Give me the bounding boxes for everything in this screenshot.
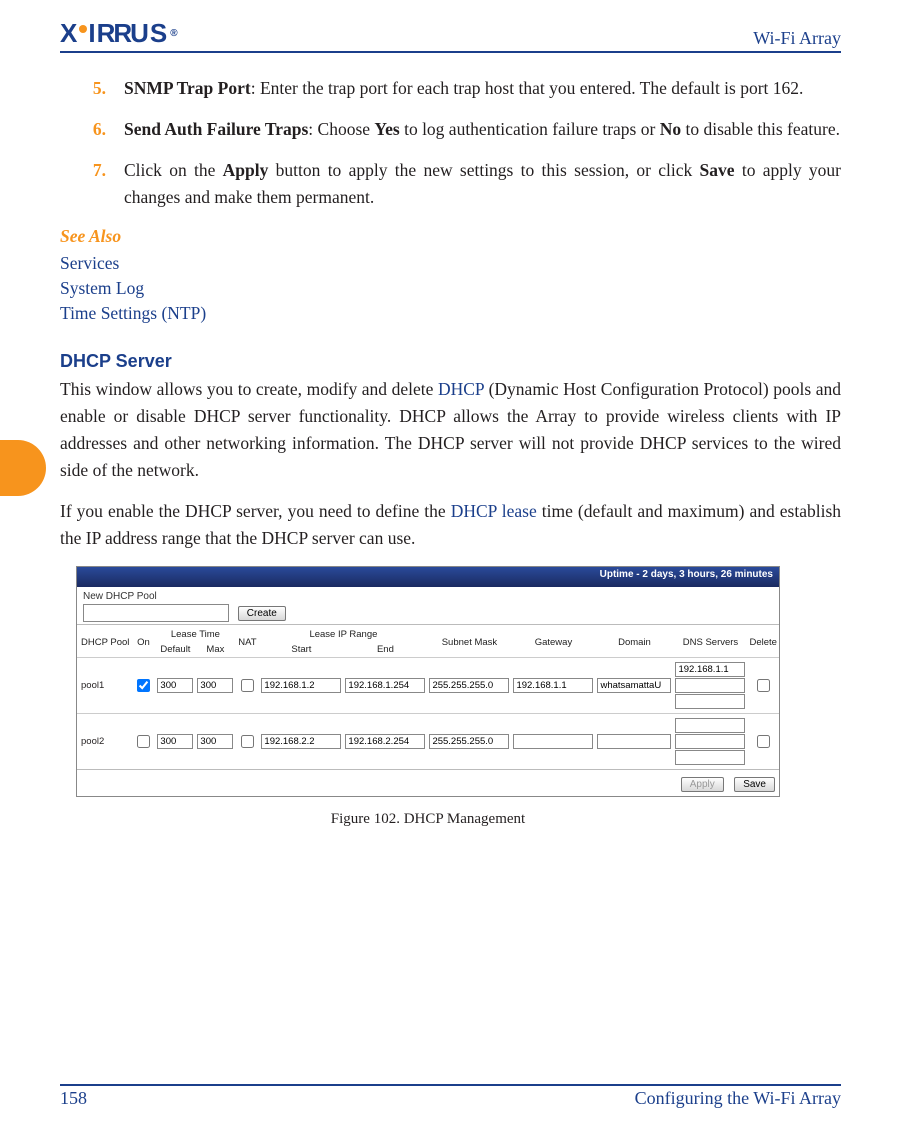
step-7: 7. Click on the Apply button to apply th… — [60, 157, 841, 211]
step-text: Send Auth Failure Traps: Choose Yes to l… — [124, 116, 841, 143]
step-number: 6. — [60, 116, 124, 143]
col-pool: DHCP Pool — [77, 625, 131, 658]
pool-name: pool2 — [77, 714, 131, 770]
step-number: 5. — [60, 75, 124, 102]
gateway-input[interactable] — [513, 678, 593, 693]
max-input[interactable] — [197, 678, 233, 693]
step-number: 7. — [60, 157, 124, 211]
default-input[interactable] — [157, 678, 193, 693]
nat-checkbox[interactable] — [241, 679, 254, 692]
col-gw: Gateway — [511, 625, 595, 658]
max-input[interactable] — [197, 734, 233, 749]
see-also-links: Services System Log Time Settings (NTP) — [60, 251, 841, 327]
step-5: 5. SNMP Trap Port: Enter the trap port f… — [60, 75, 841, 102]
col-domain: Domain — [595, 625, 673, 658]
col-end: End — [343, 642, 427, 658]
col-on: On — [131, 625, 155, 658]
link-dhcp-lease[interactable]: DHCP lease — [451, 501, 537, 521]
col-nat: NAT — [235, 625, 259, 658]
dns2-input[interactable] — [675, 678, 745, 693]
col-default: Default — [155, 642, 195, 658]
end-input[interactable] — [345, 678, 425, 693]
delete-checkbox[interactable] — [757, 735, 770, 748]
table-row: pool1 — [77, 658, 779, 714]
col-max: Max — [195, 642, 235, 658]
col-delete: Delete — [747, 625, 779, 658]
dhcp-paragraph-1: This window allows you to create, modify… — [60, 376, 841, 485]
start-input[interactable] — [261, 734, 341, 749]
delete-checkbox[interactable] — [757, 679, 770, 692]
on-checkbox[interactable] — [137, 679, 150, 692]
start-input[interactable] — [261, 678, 341, 693]
dns1-input[interactable] — [675, 662, 745, 677]
save-button[interactable]: Save — [734, 777, 775, 792]
pool-name: pool1 — [77, 658, 131, 714]
dns2-input[interactable] — [675, 734, 745, 749]
on-checkbox[interactable] — [137, 735, 150, 748]
dhcp-heading: DHCP Server — [60, 351, 841, 372]
default-input[interactable] — [157, 734, 193, 749]
col-group-lease: Lease Time — [155, 625, 235, 643]
link-services[interactable]: Services — [60, 251, 841, 276]
col-start: Start — [259, 642, 343, 658]
dhcp-table: DHCP Pool On Lease Time NAT Lease IP Ran… — [77, 624, 779, 769]
gateway-input[interactable] — [513, 734, 593, 749]
table-row: pool2 — [77, 714, 779, 770]
dns3-input[interactable] — [675, 694, 745, 709]
figure-caption: Figure 102. DHCP Management — [76, 811, 780, 828]
new-pool-input[interactable] — [83, 604, 229, 622]
link-dhcp[interactable]: DHCP — [438, 379, 484, 399]
step-term: Send Auth Failure Traps — [124, 119, 308, 139]
apply-button[interactable]: Apply — [681, 777, 724, 792]
section-title: Configuring the Wi-Fi Array — [635, 1088, 841, 1109]
domain-input[interactable] — [597, 678, 671, 693]
figure-dhcp-management: Uptime - 2 days, 3 hours, 26 minutes New… — [76, 566, 780, 797]
dns3-input[interactable] — [675, 750, 745, 765]
nat-checkbox[interactable] — [241, 735, 254, 748]
mask-input[interactable] — [429, 678, 509, 693]
page-header: XIRRUS® Wi-Fi Array — [60, 18, 841, 53]
new-pool-label: New DHCP Pool — [83, 591, 773, 602]
create-button[interactable]: Create — [238, 606, 286, 621]
step-term: SNMP Trap Port — [124, 78, 251, 98]
step-6: 6. Send Auth Failure Traps: Choose Yes t… — [60, 116, 841, 143]
domain-input[interactable] — [597, 734, 671, 749]
link-system-log[interactable]: System Log — [60, 276, 841, 301]
brand-logo: XIRRUS® — [60, 18, 179, 49]
col-group-range: Lease IP Range — [259, 625, 427, 643]
link-time-ntp[interactable]: Time Settings (NTP) — [60, 301, 841, 326]
see-also-heading: See Also — [60, 226, 841, 247]
step-text: SNMP Trap Port: Enter the trap port for … — [124, 75, 841, 102]
step-text: Click on the Apply button to apply the n… — [124, 157, 841, 211]
section-tab — [0, 440, 46, 496]
dns1-input[interactable] — [675, 718, 745, 733]
end-input[interactable] — [345, 734, 425, 749]
mask-input[interactable] — [429, 734, 509, 749]
col-mask: Subnet Mask — [427, 625, 511, 658]
page-number: 158 — [60, 1088, 87, 1109]
col-dns: DNS Servers — [673, 625, 747, 658]
procedure-steps: 5. SNMP Trap Port: Enter the trap port f… — [60, 75, 841, 212]
page-footer: 158 Configuring the Wi-Fi Array — [60, 1084, 841, 1109]
doc-title: Wi-Fi Array — [753, 28, 841, 49]
dhcp-paragraph-2: If you enable the DHCP server, you need … — [60, 498, 841, 552]
uptime-bar: Uptime - 2 days, 3 hours, 26 minutes — [77, 567, 779, 587]
